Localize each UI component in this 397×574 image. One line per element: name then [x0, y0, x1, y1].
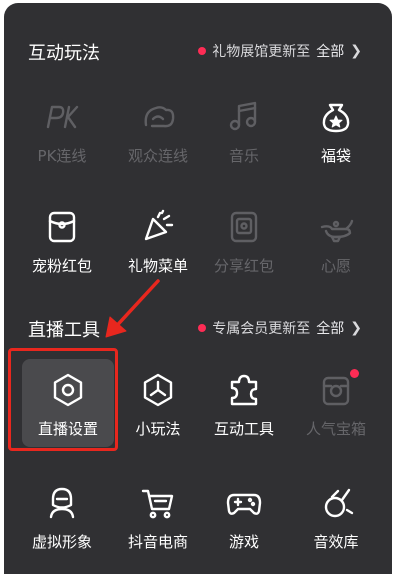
- gamepad-icon: [226, 493, 262, 515]
- wish-button[interactable]: 心愿: [288, 195, 384, 291]
- section-more-link-interactive[interactable]: 礼物展馆更新至 全部 ❯: [198, 41, 362, 61]
- share-red-packet-button[interactable]: 分享红包: [196, 195, 292, 291]
- magic-lamp-icon: [320, 219, 354, 243]
- item-label: 音效库: [313, 533, 359, 551]
- interactive-tools-button[interactable]: 互动工具: [196, 358, 292, 454]
- item-label: 福袋: [320, 147, 351, 165]
- douyin-ecommerce-button[interactable]: 抖音电商: [110, 471, 206, 567]
- audience-link-button[interactable]: 观众连线: [110, 85, 206, 181]
- live-tools-panel: 互动玩法 礼物展馆更新至 全部 ❯ PK连线 观众连线 音乐 福袋 宠粉红包 礼…: [4, 3, 392, 574]
- section-title-interactive: 互动玩法: [28, 43, 100, 64]
- mini-game-icon: [143, 373, 173, 407]
- games-button[interactable]: 游戏: [196, 471, 292, 567]
- item-label: 观众连线: [127, 147, 188, 165]
- music-button[interactable]: 音乐: [196, 85, 292, 181]
- music-note-icon: [229, 101, 257, 131]
- avatar-icon: [49, 487, 75, 519]
- item-label: 宠粉红包: [31, 257, 92, 275]
- item-label: 抖音电商: [127, 533, 188, 551]
- item-label: 音乐: [228, 147, 259, 165]
- lucky-bag-icon: [322, 103, 350, 133]
- item-label: 人气宝箱: [305, 420, 366, 438]
- party-popper-icon: [144, 209, 174, 241]
- new-badge-dot: [350, 369, 359, 378]
- shopping-cart-icon: [141, 489, 174, 519]
- section-title-tools: 直播工具: [28, 320, 100, 341]
- view-all-label: 全部: [316, 44, 345, 60]
- annotation-arrow-icon: [105, 279, 160, 338]
- popularity-chest-button[interactable]: 人气宝箱: [288, 358, 384, 454]
- virtual-avatar-button[interactable]: 虚拟形象: [14, 471, 110, 567]
- item-label: 分享红包: [213, 257, 274, 275]
- notice-text: 礼物展馆更新至: [212, 44, 311, 60]
- lucky-bag-button[interactable]: 福袋: [288, 85, 384, 181]
- pk-icon: [46, 105, 79, 129]
- notice-text: 专属会员更新至: [212, 321, 311, 337]
- item-label: 小玩法: [135, 420, 181, 438]
- item-label: 游戏: [228, 533, 259, 551]
- view-all-label: 全部: [316, 321, 345, 337]
- red-packet-icon: [48, 211, 76, 243]
- item-label: 礼物菜单: [127, 257, 188, 275]
- item-label: 心愿: [320, 257, 351, 275]
- chevron-right-icon: ❯: [350, 320, 362, 336]
- chevron-right-icon: ❯: [350, 43, 362, 59]
- share-red-packet-icon: [230, 211, 258, 243]
- audience-link-icon: [144, 106, 175, 128]
- puzzle-icon: [230, 374, 258, 406]
- notice-dot: [198, 47, 207, 55]
- item-label: 虚拟形象: [31, 533, 92, 551]
- item-label: 互动工具: [213, 420, 274, 438]
- annotation-highlight-box: [8, 348, 118, 451]
- mini-games-button[interactable]: 小玩法: [110, 358, 206, 454]
- notice-dot: [198, 324, 207, 332]
- item-label: PK连线: [37, 147, 87, 165]
- section-more-link-tools[interactable]: 专属会员更新至 全部 ❯: [198, 318, 362, 338]
- pk-link-button[interactable]: PK连线: [14, 85, 110, 181]
- sound-effects-icon: [324, 488, 354, 518]
- sound-effects-button[interactable]: 音效库: [288, 471, 384, 567]
